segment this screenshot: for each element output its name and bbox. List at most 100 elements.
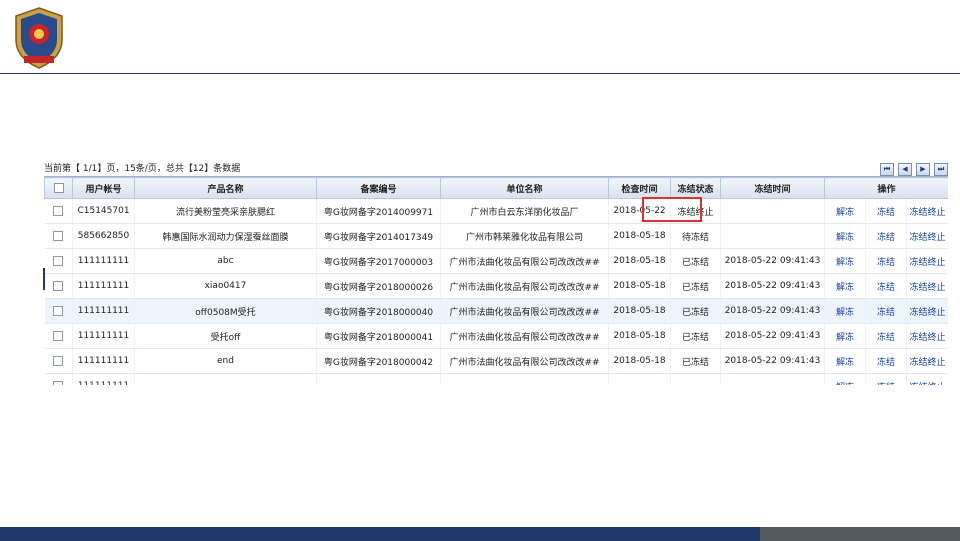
column-header-account[interactable]: 用户帐号 xyxy=(72,177,135,199)
table-row[interactable]: 111111111 xiao0417 粤G妆网备字2018000026 广州市法曲化妆… xyxy=(44,273,948,299)
freeze-link[interactable]: 冻结 xyxy=(865,198,907,224)
footer-bar xyxy=(0,527,760,541)
cell-check-date: 2018-05-18 xyxy=(608,298,671,324)
cell-account: 111111111 xyxy=(72,373,135,385)
cell-check-date: 2018-05-18 xyxy=(608,323,671,349)
pagination-bar: 当前第【 1/1】页，15条/页，总共【12】条数据 ⏮ ◀ ▶ ⏭ xyxy=(44,162,948,176)
terminate-freeze-link[interactable]: 冻结终止 xyxy=(906,298,948,324)
cell-freeze-status: 已冻结 xyxy=(670,248,721,274)
column-header-actions: 操作 xyxy=(823,177,948,199)
cell-check-date xyxy=(608,373,671,385)
prev-page-button[interactable]: ◀ xyxy=(898,163,912,176)
last-page-button[interactable]: ⏭ xyxy=(934,163,948,176)
cell-company: 广州市法曲化妆品有限公司改改改## xyxy=(440,273,609,299)
row-checkbox[interactable] xyxy=(44,323,73,349)
row-checkbox[interactable] xyxy=(44,223,73,249)
cell-freeze-status: 冻结终止 xyxy=(670,198,721,224)
unfreeze-link[interactable]: 解冻 xyxy=(824,273,866,299)
table-row[interactable]: 585662850 韩惠国际水润动力保湿蚕丝面膜 粤G妆网备字2014017349 广… xyxy=(44,223,948,249)
unfreeze-link[interactable]: 解冻 xyxy=(824,223,866,249)
table-row[interactable]: 111111111 off0508M受托 粤G妆网备字2018000040 广州市法曲… xyxy=(44,298,948,324)
table-row[interactable]: C15145701 流行美粉莹亮采亲肤腮红 粤G妆网备字2014009971 广州市白… xyxy=(44,198,948,224)
unfreeze-link[interactable]: 解冻 xyxy=(824,248,866,274)
cell-check-date: 2018-05-22 xyxy=(608,198,671,224)
cell-record-no: 粤G妆网备字2014009971 xyxy=(316,198,441,224)
cell-product: end xyxy=(134,348,317,374)
terminate-freeze-link[interactable]: 冻结终止 xyxy=(906,198,948,224)
cell-record-no: 粤G妆网备字2014017349 xyxy=(316,223,441,249)
unfreeze-link[interactable]: 解冻 xyxy=(824,373,866,385)
table-row[interactable]: 111111111 abc 粤G妆网备字2017000003 广州市法曲化妆品有限公司… xyxy=(44,248,948,274)
header-divider xyxy=(0,73,960,74)
cell-company: 广州市白云东洋丽化妆品厂 xyxy=(440,198,609,224)
column-header-check-date[interactable]: 检查时间 xyxy=(608,177,671,199)
column-header-record-no[interactable]: 备案编号 xyxy=(316,177,441,199)
column-header-product[interactable]: 产品名称 xyxy=(134,177,317,199)
cell-record-no: 粤G妆网备字2018000026 xyxy=(316,273,441,299)
cell-check-date: 2018-05-18 xyxy=(608,348,671,374)
terminate-freeze-link[interactable]: 冻结终止 xyxy=(906,248,948,274)
freeze-link[interactable]: 冻结 xyxy=(865,323,907,349)
unfreeze-link[interactable]: 解冻 xyxy=(824,298,866,324)
row-checkbox[interactable] xyxy=(44,273,73,299)
cell-account: 111111111 xyxy=(72,348,135,374)
freeze-link[interactable]: 冻结 xyxy=(865,248,907,274)
column-header-freeze-time[interactable]: 冻结时间 xyxy=(720,177,825,199)
unfreeze-link[interactable]: 解冻 xyxy=(824,198,866,224)
cell-record-no: 粤G妆网备字2018000040 xyxy=(316,298,441,324)
row-checkbox[interactable] xyxy=(44,373,73,385)
table-row[interactable]: 111111111 end 粤G妆网备字2018000042 广州市法曲化妆品有限公司… xyxy=(44,348,948,374)
cell-product: 韩惠国际水润动力保湿蚕丝面膜 xyxy=(134,223,317,249)
cell-freeze-time xyxy=(720,373,825,385)
first-page-button[interactable]: ⏮ xyxy=(880,163,894,176)
cell-freeze-status xyxy=(670,373,721,385)
cell-account: 585662850 xyxy=(72,223,135,249)
cell-company: 广州市法曲化妆品有限公司改改改## xyxy=(440,248,609,274)
row-checkbox[interactable] xyxy=(44,348,73,374)
cell-product: 受托off xyxy=(134,323,317,349)
terminate-freeze-link[interactable]: 冻结终止 xyxy=(906,373,948,385)
cell-account: 111111111 xyxy=(72,298,135,324)
row-checkbox[interactable] xyxy=(44,248,73,274)
column-header-company[interactable]: 单位名称 xyxy=(440,177,609,199)
terminate-freeze-link[interactable]: 冻结终止 xyxy=(906,273,948,299)
cell-account: 111111111 xyxy=(72,273,135,299)
terminate-freeze-link[interactable]: 冻结终止 xyxy=(906,323,948,349)
cell-company: 广州市法曲化妆品有限公司改改改## xyxy=(440,323,609,349)
terminate-freeze-link[interactable]: 冻结终止 xyxy=(906,348,948,374)
freeze-link[interactable]: 冻结 xyxy=(865,223,907,249)
government-emblem-icon xyxy=(15,7,63,69)
cell-freeze-time: 2018-05-22 09:41:43 xyxy=(720,273,825,299)
cell-freeze-status: 已冻结 xyxy=(670,323,721,349)
table-row[interactable]: 111111111 解冻冻结冻结终止 xyxy=(44,373,948,385)
unfreeze-link[interactable]: 解冻 xyxy=(824,348,866,374)
cell-check-date: 2018-05-18 xyxy=(608,273,671,299)
cell-product: xiao0417 xyxy=(134,273,317,299)
cell-company: 广州市韩莱雅化妆品有限公司 xyxy=(440,223,609,249)
table-row[interactable]: 111111111 受托off 粤G妆网备字2018000041 广州市法曲化妆品有限… xyxy=(44,323,948,349)
next-page-button[interactable]: ▶ xyxy=(916,163,930,176)
grid-header-row: 用户帐号 产品名称 备案编号 单位名称 检查时间 冻结状态 冻结时间 操作 xyxy=(44,177,948,199)
freeze-link[interactable]: 冻结 xyxy=(865,298,907,324)
cell-freeze-time: 2018-05-22 09:41:43 xyxy=(720,248,825,274)
freeze-link[interactable]: 冻结 xyxy=(865,273,907,299)
row-checkbox[interactable] xyxy=(44,198,73,224)
cell-check-date: 2018-05-18 xyxy=(608,248,671,274)
cell-freeze-status: 已冻结 xyxy=(670,348,721,374)
row-checkbox[interactable] xyxy=(44,298,73,324)
pagination-info: 当前第【 1/1】页，15条/页，总共【12】条数据 xyxy=(44,164,241,174)
select-all-checkbox[interactable] xyxy=(44,177,73,199)
cell-product xyxy=(134,373,317,385)
cell-freeze-time: 2018-05-22 09:41:43 xyxy=(720,323,825,349)
unfreeze-link[interactable]: 解冻 xyxy=(824,323,866,349)
cell-record-no xyxy=(316,373,441,385)
cell-product: abc xyxy=(134,248,317,274)
freeze-link[interactable]: 冻结 xyxy=(865,348,907,374)
cell-company: 广州市法曲化妆品有限公司改改改## xyxy=(440,298,609,324)
column-header-freeze-status[interactable]: 冻结状态 xyxy=(670,177,721,199)
cell-freeze-status: 已冻结 xyxy=(670,273,721,299)
terminate-freeze-link[interactable]: 冻结终止 xyxy=(906,223,948,249)
freeze-link[interactable]: 冻结 xyxy=(865,373,907,385)
cell-record-no: 粤G妆网备字2018000041 xyxy=(316,323,441,349)
cell-freeze-time: 2018-05-22 09:41:43 xyxy=(720,298,825,324)
